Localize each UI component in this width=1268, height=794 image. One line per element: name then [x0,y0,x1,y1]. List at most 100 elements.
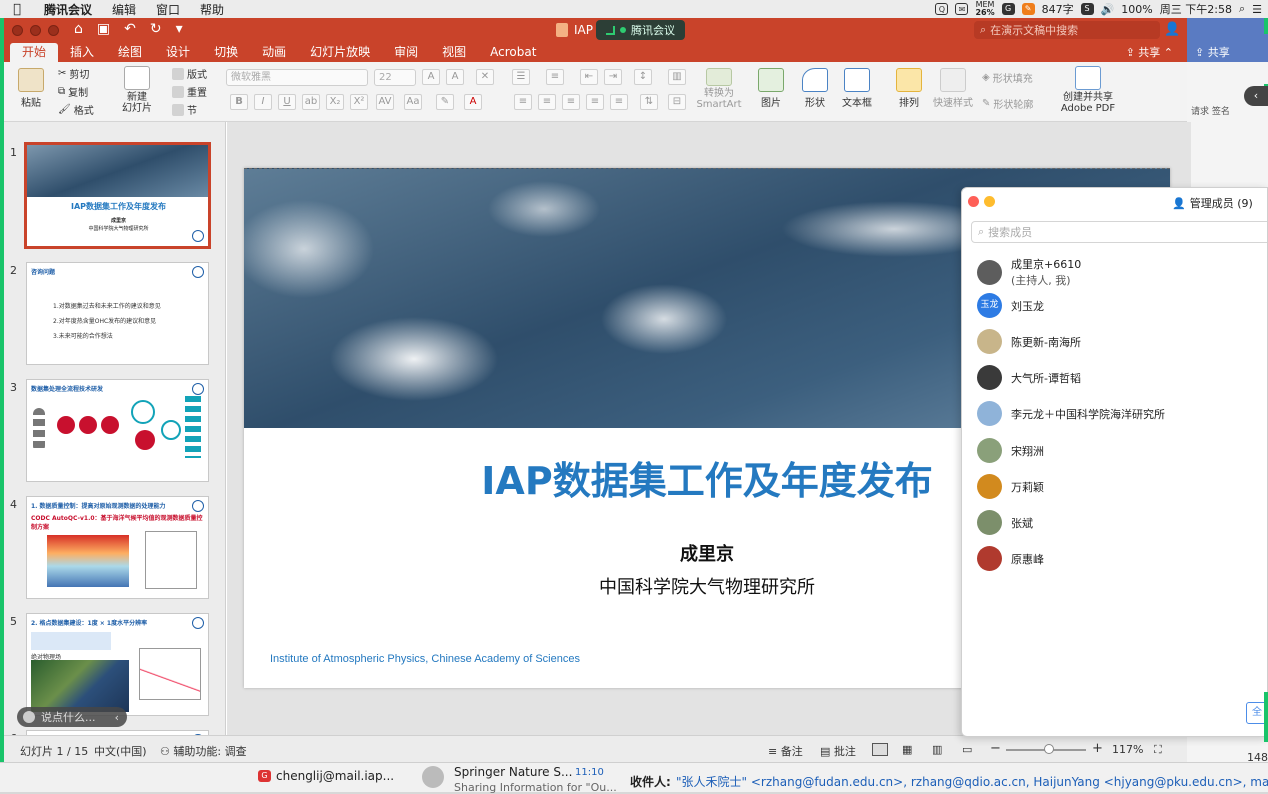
user-icon[interactable]: 👤 [1164,22,1180,37]
font-size-select[interactable]: 22 [374,69,416,86]
slide-footer[interactable]: Institute of Atmospheric Physics, Chines… [270,653,580,665]
zoom-out-button[interactable]: − [990,741,1001,756]
bullets-button[interactable]: ☰ [512,69,530,85]
change-case-button[interactable]: Aa [404,94,422,110]
tab-draw[interactable]: 绘图 [106,43,154,62]
tab-home[interactable]: 开始 [10,43,59,62]
strikethrough-button[interactable]: ab [302,94,320,110]
clear-format-button[interactable]: ✕ [476,69,494,85]
columns-button[interactable]: ▥ [668,69,686,85]
cut-button[interactable]: ✂ 剪切 [58,66,89,81]
textbox-button[interactable]: 文本框 [832,68,882,109]
tab-animations[interactable]: 动画 [250,43,298,62]
member-row[interactable]: 李元龙＋中国科学院海洋研究所 [977,401,1165,426]
share-button[interactable]: ⇪ 共享 ⌃ [1126,44,1173,60]
word-count[interactable]: 847字 [1042,1,1074,17]
zoom-in-button[interactable]: + [1092,741,1103,756]
app-status-icon[interactable]: G [1001,3,1015,15]
apple-menu-icon[interactable]:  [0,2,34,17]
member-row[interactable]: 万莉颖 [977,474,1044,499]
tab-insert[interactable]: 插入 [58,43,106,62]
reading-view-button[interactable]: ▥ [932,743,942,756]
decrease-indent-button[interactable]: ⇤ [580,69,598,85]
clock[interactable]: 周三 下午2:58 [1160,1,1232,17]
word-count-icon[interactable]: ✎ [1021,3,1035,15]
text-direction-button[interactable]: ⇅ [640,94,658,110]
reset-button[interactable]: 重置 [172,84,207,99]
tab-transitions[interactable]: 切换 [202,43,250,62]
create-share-pdf-button[interactable]: 创建并共享 Adobe PDF [1058,66,1118,114]
notes-button[interactable]: ≡ 备注 [768,743,803,759]
slideshow-button[interactable]: ▭ [962,743,972,756]
member-row[interactable]: 陈更新-南海所 [977,329,1081,354]
superscript-button[interactable]: X² [350,94,368,110]
numbering-button[interactable]: ≡ [546,69,564,85]
menu-app-name[interactable]: 腾讯会议 [34,1,102,18]
slide-thumbnails-pane[interactable]: 1 IAP数据集工作及年度发布 成里京 中国科学院大气物理研究所 2 咨询问题 … [4,122,226,735]
home-icon[interactable]: ⌂ [74,21,83,37]
comments-button[interactable]: ▤ 批注 [820,743,856,759]
slide-thumbnail-3[interactable]: 数据集处理全流程技术研发 [26,379,209,482]
slide-thumbnail-4[interactable]: 1. 数据质量控制：提高对原始观测数据的处理能力 CODC AutoQC-v1.… [26,496,209,599]
search-document-input[interactable]: ⌕ 在演示文稿中搜索 [974,21,1160,39]
line-spacing-button[interactable]: ↕ [634,69,652,85]
zoom-slider-handle[interactable] [1044,744,1054,754]
slide-thumbnail-5[interactable]: 2. 格点数据集建设：1度 × 1度水平分辨率 绝对物理场 [26,613,209,716]
zoom-level[interactable]: 117% [1112,743,1143,756]
menu-window[interactable]: 窗口 [146,1,190,18]
background-share-button[interactable]: ⇪ 共享 [1195,44,1230,60]
battery-percent[interactable]: 100% [1121,3,1152,16]
customize-toolbar-icon[interactable]: ▾ [176,21,183,37]
zoom-window-button[interactable] [48,25,59,36]
subscript-button[interactable]: X₂ [326,94,344,110]
fit-to-window-icon[interactable]: ⛶ [1154,743,1162,757]
character-spacing-button[interactable]: AV [376,94,394,110]
font-name-select[interactable]: 微软雅黑 [226,69,368,86]
status-icon[interactable]: Q [935,3,949,15]
paste-button[interactable]: 粘贴 [6,68,56,109]
volume-icon[interactable]: 🔊 [1101,3,1115,16]
tray-icon[interactable]: S [1080,3,1094,15]
notification-center-icon[interactable]: ☰ [1252,3,1262,16]
format-painter-button[interactable]: 🖌 格式 [58,102,94,117]
redo-icon[interactable]: ↻ [150,21,162,37]
menu-edit[interactable]: 编辑 [102,1,146,18]
normal-view-button[interactable] [872,743,888,756]
section-button[interactable]: 节 [172,102,197,117]
meeting-sharing-indicator[interactable]: 腾讯会议 [596,20,685,40]
mail-sender[interactable]: Springer Nature S... [454,765,572,779]
picture-button[interactable]: 图片 [746,68,796,109]
italic-button[interactable]: I [254,94,272,110]
member-row[interactable]: 大气所-谭哲韬 [977,365,1081,390]
grow-font-button[interactable]: A [422,69,440,85]
spotlight-search-icon[interactable]: ⌕ [1239,2,1245,16]
chevron-left-icon[interactable]: ‹ [115,711,127,724]
convert-smartart-button[interactable]: 转换为 SmartArt [694,68,744,110]
tab-acrobat[interactable]: Acrobat [478,43,548,62]
slide-thumbnail-2[interactable]: 咨询问题 1.对数据集过去和未来工作的建议和意见 2.对年度热含量OHC发布的建… [26,262,209,365]
shape-outline-button[interactable]: ✎ 形状轮廓 [982,96,1033,111]
align-text-button[interactable]: ⊟ [668,94,686,110]
bold-button[interactable]: B [230,94,248,110]
copy-button[interactable]: ⧉ 复制 [58,84,88,99]
members-search-input[interactable]: ⌕ 搜索成员 [971,221,1267,243]
meeting-chat-input[interactable]: 说点什么... ‹ [17,707,127,727]
collapse-panel-button[interactable]: ‹ [1244,86,1268,106]
minimize-window-button[interactable] [30,25,41,36]
wechat-status-icon[interactable]: ✉ [955,3,969,15]
mem-indicator[interactable]: MEM 26% [975,1,994,17]
quick-styles-button[interactable]: 快速样式 [928,68,978,109]
slide-thumbnail-1[interactable]: IAP数据集工作及年度发布 成里京 中国科学院大气物理研究所 [24,142,211,249]
underline-button[interactable]: U [278,94,296,110]
member-row[interactable]: 宋翔洲 [977,438,1044,463]
mail-recipients[interactable]: "张人禾院士" <rzhang@fudan.edu.cn>, rzhang@qd… [676,773,1268,790]
save-icon[interactable]: ▣ [97,21,110,37]
close-panel-button[interactable] [968,196,979,207]
member-row[interactable]: 张斌 [977,510,1033,535]
undo-icon[interactable]: ↶ [124,21,136,37]
align-right-button[interactable]: ≡ [562,94,580,110]
member-row[interactable]: 玉龙 刘玉龙 [977,293,1044,318]
layout-button[interactable]: 版式 [172,66,207,81]
accessibility-button[interactable]: ⚇ 辅助功能: 调查 [160,743,247,759]
shape-fill-button[interactable]: ◈ 形状填充 [982,70,1033,85]
